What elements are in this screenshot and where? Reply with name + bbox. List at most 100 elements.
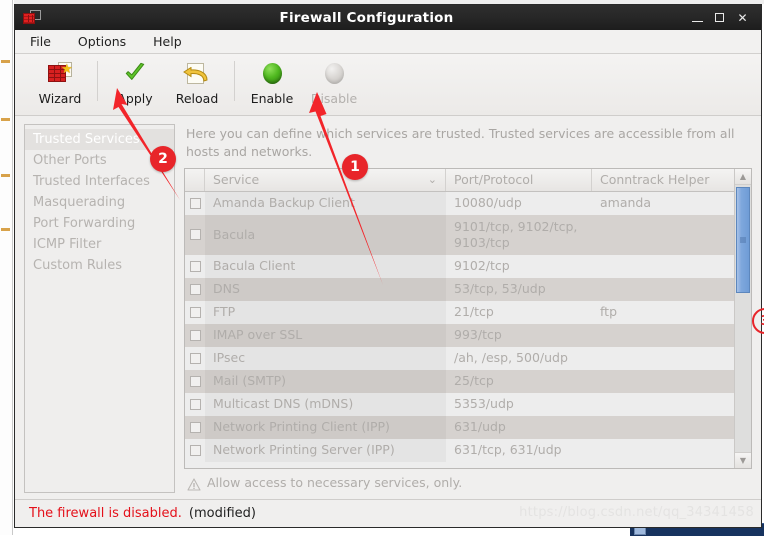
toolbar-wizard-label: Wizard	[38, 91, 82, 106]
checkbox-icon[interactable]	[189, 260, 201, 272]
desktop-mark	[1, 228, 10, 231]
cell-service: Network Printing Client (IPP)	[205, 416, 446, 439]
sidebar-item-custom-rules[interactable]: Custom Rules	[25, 255, 174, 276]
cell-service: FTP	[205, 301, 446, 324]
cell-service: Multicast DNS (mDNS)	[205, 393, 446, 416]
cell-service: Bacula	[205, 215, 446, 255]
desktop-left-strip	[0, 0, 13, 535]
cell-port: 631/tcp, 631/udp	[454, 442, 562, 458]
status-bar: The firewall is disabled. (modified) htt…	[15, 499, 761, 527]
toolbar-enable-button[interactable]: Enable	[241, 59, 303, 106]
checkbox-icon[interactable]	[189, 306, 201, 318]
cell-port: /ah, /esp, 500/udp	[454, 350, 568, 366]
cell-port: 9102/tcp	[454, 258, 510, 274]
cell-port: 10080/udp	[454, 195, 522, 211]
row-checkbox-cell[interactable]	[185, 215, 205, 255]
table-vertical-scrollbar[interactable]: ▲ ▼	[734, 168, 751, 468]
firewall-brick-icon	[23, 9, 41, 26]
table-row[interactable]: FTP 21/tcp ftp	[185, 300, 734, 324]
table-row[interactable]: IPsec /ah, /esp, 500/udp	[185, 346, 734, 370]
toolbar-apply-button[interactable]: Apply	[104, 59, 166, 106]
row-checkbox-cell[interactable]	[185, 301, 205, 324]
toolbar: ★ Wizard Apply Reload Enable Disable	[15, 54, 761, 116]
title-bar[interactable]: Firewall Configuration ✕	[15, 5, 761, 30]
sidebar-item-other-ports[interactable]: Other Ports	[25, 150, 174, 171]
desktop-mark	[1, 118, 10, 121]
warning-triangle-icon	[187, 476, 201, 491]
window-body: Trusted Services Other Ports Trusted Int…	[15, 116, 761, 499]
toolbar-separator	[97, 61, 98, 101]
close-icon[interactable]: ✕	[736, 12, 749, 24]
table-row[interactable]: DNS 53/tcp, 53/udp	[185, 277, 734, 301]
checkbox-icon[interactable]	[189, 197, 201, 209]
toolbar-disable-button[interactable]: Disable	[303, 59, 365, 106]
checkbox-icon[interactable]	[189, 398, 201, 410]
scrollbar-track[interactable]	[735, 184, 751, 452]
toolbar-disable-label: Disable	[310, 91, 358, 106]
checkbox-icon[interactable]	[189, 375, 201, 387]
hint-row: Allow access to necessary services, only…	[184, 469, 752, 493]
checkbox-icon[interactable]	[189, 421, 201, 433]
sidebar-item-icmp-filter[interactable]: ICMP Filter	[25, 234, 174, 255]
checkbox-icon[interactable]	[189, 229, 201, 240]
table-body: Amanda Backup Client 10080/udp amanda Ba…	[185, 191, 734, 469]
scroll-down-arrow-icon[interactable]: ▼	[735, 452, 751, 468]
chevron-down-icon: ⌄	[427, 172, 437, 186]
toolbar-reload-label: Reload	[175, 91, 219, 106]
column-header-service[interactable]: Service ⌄	[205, 168, 446, 191]
table-row[interactable]: Amanda Backup Client 10080/udp amanda	[185, 191, 734, 215]
table-row[interactable]: Network Printing Client (IPP) 631/udp	[185, 415, 734, 439]
window-controls: ✕	[692, 12, 755, 24]
scrollbar-grip-icon	[740, 237, 746, 242]
table-row[interactable]: Network Printing Server (IPP) 631/tcp, 6…	[185, 438, 734, 462]
cell-conntrack	[592, 370, 734, 393]
checkbox-icon[interactable]	[189, 329, 201, 341]
cell-conntrack	[592, 255, 734, 278]
scrollbar-thumb[interactable]	[736, 186, 750, 293]
table-row[interactable]: Mail (SMTP) 25/tcp	[185, 369, 734, 393]
column-header-checkbox	[185, 168, 205, 191]
table-row[interactable]: Multicast DNS (mDNS) 5353/udp	[185, 392, 734, 416]
menu-help[interactable]: Help	[150, 32, 185, 51]
column-header-conntrack[interactable]: Conntrack Helper	[592, 169, 734, 191]
sidebar-item-port-forwarding[interactable]: Port Forwarding	[25, 213, 174, 234]
row-checkbox-cell[interactable]	[185, 278, 205, 301]
row-checkbox-cell[interactable]	[185, 347, 205, 370]
toolbar-wizard-button[interactable]: ★ Wizard	[29, 59, 91, 106]
content-pane: Here you can define which services are t…	[184, 124, 752, 493]
checkbox-icon[interactable]	[189, 444, 201, 456]
status-modified: (modified)	[188, 506, 256, 521]
scroll-up-arrow-icon[interactable]: ▲	[735, 168, 751, 185]
row-checkbox-cell[interactable]	[185, 192, 205, 215]
row-checkbox-cell[interactable]	[185, 439, 205, 462]
watermark: https://blog.csdn.net/qq_34341458	[519, 505, 754, 520]
row-checkbox-cell[interactable]	[185, 370, 205, 393]
row-checkbox-cell[interactable]	[185, 416, 205, 439]
cell-conntrack	[592, 347, 734, 370]
cell-conntrack	[592, 416, 734, 439]
cell-service: DNS	[205, 278, 446, 301]
table-row[interactable]: IMAP over SSL 993/tcp	[185, 323, 734, 347]
firewall-configuration-window: Firewall Configuration ✕ File Options He…	[14, 4, 762, 528]
sidebar-item-masquerading[interactable]: Masquerading	[25, 192, 174, 213]
row-checkbox-cell[interactable]	[185, 324, 205, 347]
table-row[interactable]: Bacula Client 9102/tcp	[185, 254, 734, 278]
checkbox-icon[interactable]	[189, 283, 201, 295]
row-checkbox-cell[interactable]	[185, 393, 205, 416]
maximize-icon[interactable]	[715, 13, 724, 22]
table-row[interactable]: Bacula 9101/tcp, 9102/tcp, 9103/tcp	[185, 214, 734, 255]
cell-conntrack	[592, 439, 734, 462]
cell-service: Amanda Backup Client	[205, 192, 446, 215]
sidebar-item-trusted-interfaces[interactable]: Trusted Interfaces	[25, 171, 174, 192]
sidebar-item-trusted-services[interactable]: Trusted Services	[25, 129, 174, 150]
checkbox-icon[interactable]	[189, 352, 201, 364]
toolbar-reload-button[interactable]: Reload	[166, 59, 228, 106]
menu-file[interactable]: File	[27, 32, 54, 51]
cell-conntrack	[592, 324, 734, 347]
row-checkbox-cell[interactable]	[185, 255, 205, 278]
minimize-icon[interactable]	[692, 14, 703, 22]
menu-options[interactable]: Options	[75, 32, 129, 51]
cell-service: Network Printing Server (IPP)	[205, 439, 446, 462]
column-header-port[interactable]: Port/Protocol	[446, 168, 592, 191]
sidebar: Trusted Services Other Ports Trusted Int…	[24, 124, 175, 493]
